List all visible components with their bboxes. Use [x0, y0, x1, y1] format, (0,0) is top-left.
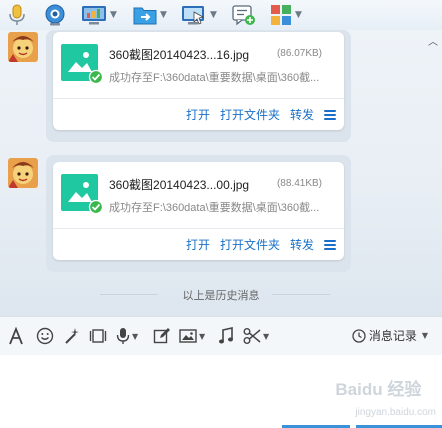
scissors-icon — [243, 328, 261, 344]
message-history-label: 消息记录 — [368, 329, 417, 343]
magic-expression-button[interactable] — [63, 327, 81, 345]
edit-button[interactable] — [153, 327, 171, 345]
chevron-down-icon[interactable]: ▼ — [110, 4, 117, 26]
video-call-button[interactable] — [43, 4, 67, 26]
file-size: (86.07KB) — [276, 48, 322, 59]
open-folder-link[interactable]: 打开文件夹 — [220, 236, 280, 253]
forward-link[interactable]: 转发 — [290, 106, 314, 123]
send-image-button[interactable]: ▼ — [179, 327, 205, 345]
microphone-icon — [9, 4, 25, 25]
voice-message-button[interactable]: ▼ — [116, 327, 138, 345]
more-menu-icon[interactable] — [324, 239, 336, 250]
voice-message-icon — [116, 328, 130, 344]
create-discussion-button[interactable] — [232, 4, 256, 26]
emoji-icon — [36, 327, 54, 345]
folder-send-icon — [133, 7, 157, 25]
watermark-url: jingyan.baidu.com — [355, 407, 436, 418]
message-input[interactable]: Baidu 经验 jingyan.baidu.com — [0, 355, 442, 428]
chat-add-icon — [232, 5, 255, 26]
file-name: 360截图20140423...16.jpg — [109, 48, 250, 62]
watermark-logo: Baidu 经验 — [335, 380, 422, 399]
scroll-up-icon[interactable]: ︿ — [428, 33, 438, 48]
webcam-icon — [45, 4, 65, 26]
file-actions: 打开 打开文件夹 转发 — [186, 106, 336, 123]
more-menu-icon[interactable] — [324, 109, 336, 120]
file-save-status: 成功存至F:\360data\重要数据\桌面\360截... — [109, 72, 320, 84]
chevron-down-icon[interactable]: ▼ — [160, 4, 167, 26]
app-grid-icon — [271, 5, 291, 25]
chevron-down-icon[interactable]: ▼ — [199, 332, 205, 341]
emoji-button[interactable] — [36, 327, 54, 345]
file-message-card[interactable]: 360截图20140423...16.jpg (86.07KB) 成功存至F:\… — [53, 32, 344, 130]
file-name: 360截图20140423...00.jpg — [109, 178, 250, 192]
chevron-down-icon[interactable]: ▼ — [210, 4, 217, 26]
font-icon — [9, 327, 23, 345]
avatar[interactable] — [8, 158, 38, 188]
file-save-status: 成功存至F:\360data\重要数据\桌面\360截... — [109, 202, 320, 214]
card-divider — [53, 98, 344, 99]
screen-share-icon — [182, 6, 205, 25]
video-message-button[interactable] — [89, 327, 107, 345]
magic-wand-icon — [65, 328, 79, 344]
apps-button[interactable]: ▼ — [270, 4, 302, 26]
divider-line — [272, 294, 330, 295]
font-button[interactable] — [8, 327, 24, 345]
avatar-image — [8, 32, 38, 62]
chat-history[interactable]: ︿ 360截图20140423...16.jpg (86.07KB) 成功存至F… — [0, 30, 442, 316]
baidu-jingyan-watermark: Baidu 经验 jingyan.baidu.com — [335, 375, 436, 420]
history-separator: 以上是历史消息 — [0, 286, 442, 302]
voice-call-button[interactable] — [7, 4, 27, 26]
open-folder-link[interactable]: 打开文件夹 — [220, 106, 280, 123]
avatar-image — [8, 158, 38, 188]
forward-link[interactable]: 转发 — [290, 236, 314, 253]
chevron-down-icon[interactable]: ▼ — [132, 332, 138, 341]
chevron-down-icon[interactable]: ▼ — [263, 332, 269, 341]
chevron-down-icon: ▼ — [421, 331, 428, 340]
chevron-down-icon[interactable]: ▼ — [295, 4, 302, 26]
chat-toolbar: ▼ ▼ ▼ ▼ — [0, 0, 442, 31]
message-history-button[interactable]: 消息记录 ▼ — [352, 327, 428, 344]
clock-icon — [352, 328, 366, 343]
image-icon — [179, 329, 197, 343]
file-message-card[interactable]: 360截图20140423...00.jpg (88.41KB) 成功存至F:\… — [53, 162, 344, 260]
avatar[interactable] — [8, 32, 38, 62]
card-divider — [53, 228, 344, 229]
history-separator-text: 以上是历史消息 — [182, 290, 260, 302]
screenshot-button[interactable]: ▼ — [243, 327, 269, 345]
monitor-icon — [82, 6, 106, 25]
format-toolbar: ▼ ▼ ▼ 消息记录 ▼ — [0, 316, 442, 355]
music-icon — [219, 327, 233, 344]
image-file-icon — [61, 44, 103, 84]
file-actions: 打开 打开文件夹 转发 — [186, 236, 336, 253]
open-file-link[interactable]: 打开 — [186, 106, 210, 123]
video-message-icon — [89, 329, 107, 343]
image-file-icon — [61, 174, 103, 214]
remote-desktop-button[interactable]: ▼ — [81, 4, 117, 26]
music-button[interactable] — [218, 327, 234, 345]
screen-share-button[interactable]: ▼ — [181, 4, 217, 26]
edit-icon — [153, 328, 170, 344]
file-size: (88.41KB) — [276, 178, 322, 189]
send-file-button[interactable]: ▼ — [133, 4, 167, 26]
open-file-link[interactable]: 打开 — [186, 236, 210, 253]
